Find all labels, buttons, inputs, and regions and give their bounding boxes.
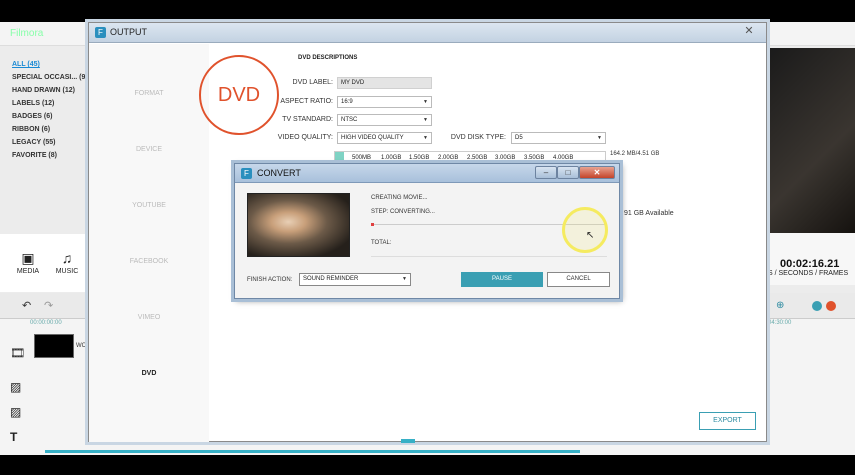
scroll-indicator[interactable] [401,439,415,443]
cancel-button[interactable]: CANCEL [547,272,610,287]
close-icon[interactable]: ✕ [737,23,761,39]
creating-status: CREATING MOVIE... [371,195,428,201]
capacity-tick: 2.00GB [438,155,459,161]
tab-dvd[interactable]: DVD [89,370,209,377]
disk-type-select[interactable]: D5 [511,132,606,144]
total-status: TOTAL: [371,240,392,246]
aspect-ratio-select[interactable]: 16:9 [337,96,432,108]
category-badges[interactable]: BADGES (6) [12,110,92,123]
space-available: 91 GB Available [624,210,674,217]
category-favorite[interactable]: FAVORITE (8) [12,149,92,162]
app-icon: F [241,168,252,179]
capacity-tick: 1.50GB [409,155,430,161]
music-label: MUSIC [55,268,79,275]
video-progress[interactable] [45,450,580,453]
tab-device[interactable]: DEVICE [89,146,209,153]
tab-vimeo[interactable]: VIMEO [89,314,209,321]
section-title: DVD DESCRIPTIONS [298,55,358,61]
record-icon[interactable] [826,301,836,311]
capacity-summary: 164.2 MB/4.51 GB [610,151,660,157]
category-legacy[interactable]: LEGACY (55) [12,136,92,149]
media-icon: ▣ [21,250,35,266]
video-quality-label: VIDEO QUALITY: [277,134,333,141]
tab-facebook[interactable]: FACEBOOK [89,258,209,265]
player-bottom-bar [0,455,855,475]
capacity-tick: 500MB [352,155,372,161]
finish-action-select[interactable]: SOUND REMINDER [299,273,411,286]
timeline-clip[interactable] [34,334,74,358]
maximize-icon[interactable]: □ [557,166,579,179]
image-track-icon: ▨ [10,380,22,394]
tab-format[interactable]: FORMAT [89,90,209,97]
timeline-ruler-end: 04:30:00 [768,320,792,326]
app-icon: F [95,27,106,38]
capacity-tick: 3.00GB [495,155,516,161]
music-icon: ♫ [61,250,73,266]
timecode-units: S / SECONDS / FRAMES [768,270,849,277]
video-track-icon: 🎞 [10,346,26,360]
output-sidebar: FORMAT DEVICE YOUTUBE FACEBOOK VIMEO DVD [89,44,209,442]
timeline-ruler-start: 00:00:00:00 [30,320,62,326]
capacity-tick: 4.00GB [553,155,574,161]
pause-button[interactable]: PAUSE [461,272,543,287]
zoom-icon[interactable]: ⊕ [776,300,784,311]
aspect-ratio-label: ASPECT RATIO: [280,98,333,105]
disk-type-label: DVD DISK TYPE: [450,134,506,141]
step-progress-fill [371,223,374,226]
output-titlebar: F OUTPUT ✕ [89,23,766,43]
category-ribbon[interactable]: RIBBON (6) [12,123,92,136]
dvd-logo: DVD [199,55,279,135]
media-bar: ▣ MEDIA ♫ MUSIC [0,234,90,292]
capacity-tick: 3.50GB [524,155,545,161]
dvd-label-label: DVD LABEL: [292,79,333,86]
snap-icon[interactable] [812,301,822,311]
convert-titlebar: F CONVERT – □ ✕ [235,164,619,183]
finish-action-label: FINISH ACTION: [247,277,293,283]
music-button[interactable]: ♫ MUSIC [52,248,82,275]
dvd-label-input[interactable]: MY DVD [337,77,432,89]
undo-icon[interactable]: ↶ [22,299,31,312]
timecode: 00:02:16.21 [780,258,840,270]
preview-viewer [766,48,855,233]
media-label: MEDIA [16,268,40,275]
text-track-icon: T [10,430,18,444]
category-special-occasions[interactable]: SPECIAL OCCASI... (9) [12,71,92,84]
video-thumbnail [247,193,350,257]
app-logo: Filmora [10,28,44,39]
tv-standard-select[interactable]: NTSC [337,114,432,126]
step-status: STEP: CONVERTING... [371,209,435,215]
cursor-highlight [562,207,608,253]
category-labels[interactable]: LABELS (12) [12,97,92,110]
tv-standard-label: TV STANDARD: [282,116,333,123]
category-list: ALL (45) SPECIAL OCCASI... (9) HAND DRAW… [12,58,92,162]
media-button[interactable]: ▣ MEDIA [13,248,43,275]
close-icon[interactable]: ✕ [579,166,615,179]
total-progress-bar [371,256,607,257]
capacity-tick: 1.00GB [381,155,402,161]
output-title: OUTPUT [110,27,147,37]
mouse-cursor-icon: ↖ [586,230,595,241]
category-all[interactable]: ALL (45) [12,58,92,71]
capacity-tick: 2.50GB [467,155,488,161]
category-hand-drawn[interactable]: HAND DRAWN (12) [12,84,92,97]
redo-icon[interactable]: ↷ [44,299,53,312]
tab-youtube[interactable]: YOUTUBE [89,202,209,209]
clip-label: WO [76,343,87,349]
capacity-fill [335,152,344,161]
convert-title: CONVERT [257,168,301,178]
export-button[interactable]: EXPORT [699,412,756,430]
pip-track-icon: ▨ [10,405,22,419]
minimize-icon[interactable]: – [535,166,557,179]
